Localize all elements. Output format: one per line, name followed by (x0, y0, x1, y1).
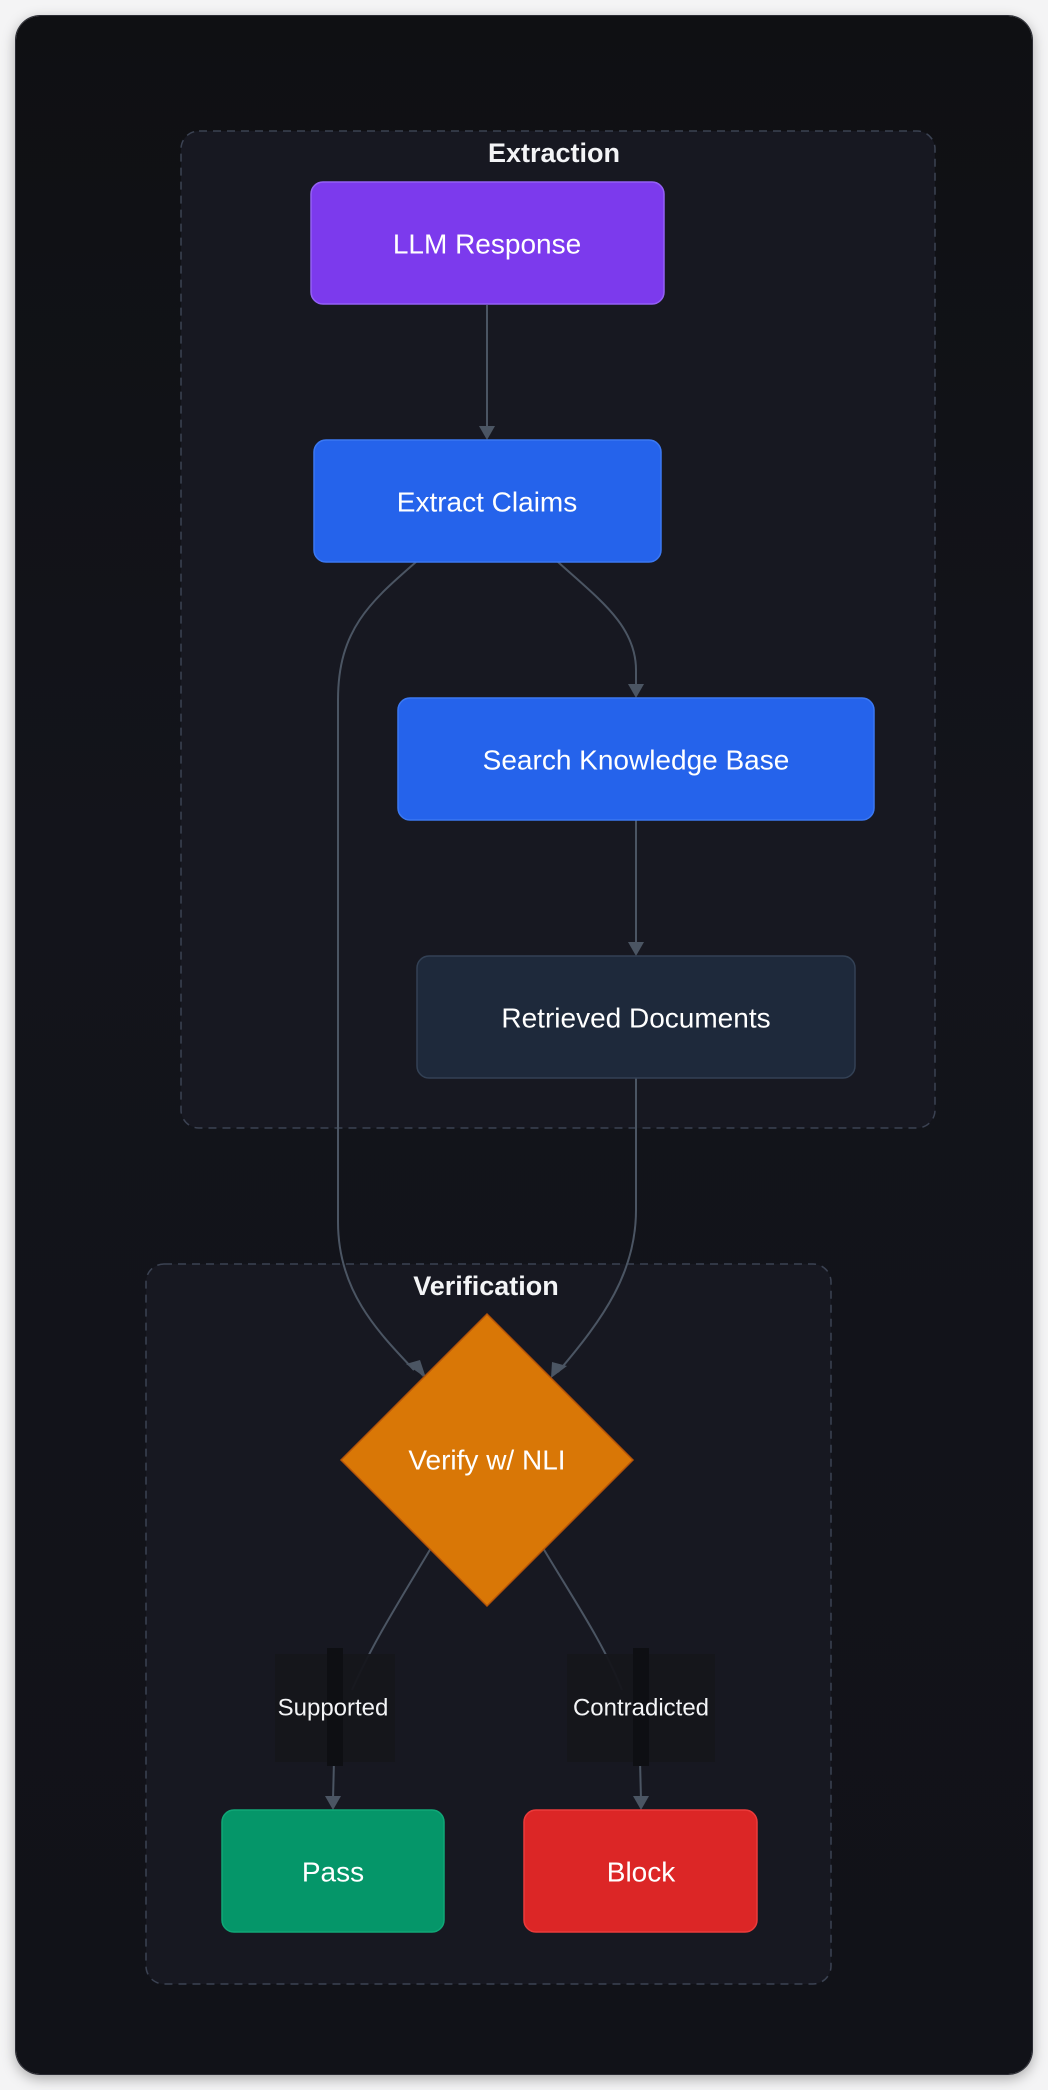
node-block-label: Block (607, 1857, 676, 1888)
node-llm-response[interactable]: LLM Response (310, 181, 665, 305)
edge-label-contradicted: Contradicted (573, 1695, 709, 1722)
node-llm-response-label: LLM Response (393, 229, 581, 260)
edge-label-supported: Supported (278, 1695, 389, 1722)
node-block[interactable]: Block (523, 1809, 758, 1933)
diagram-card: Extraction Verification Supported Contra… (16, 16, 1032, 2074)
node-search-knowledge-base[interactable]: Search Knowledge Base (397, 697, 875, 821)
node-retrieved-documents[interactable]: Retrieved Documents (416, 955, 856, 1079)
node-search-knowledge-base-label: Search Knowledge Base (483, 745, 790, 776)
node-retrieved-documents-label: Retrieved Documents (501, 1003, 770, 1034)
node-extract-claims-label: Extract Claims (397, 487, 577, 518)
extraction-group-title: Extraction (488, 138, 620, 168)
node-extract-claims[interactable]: Extract Claims (313, 439, 662, 563)
node-verify-nli-label: Verify w/ NLI (408, 1445, 565, 1476)
node-pass[interactable]: Pass (221, 1809, 445, 1933)
flowchart: Extraction Verification Supported Contra… (145, 130, 936, 1985)
node-pass-label: Pass (302, 1857, 364, 1888)
verification-group-title: Verification (413, 1271, 559, 1301)
